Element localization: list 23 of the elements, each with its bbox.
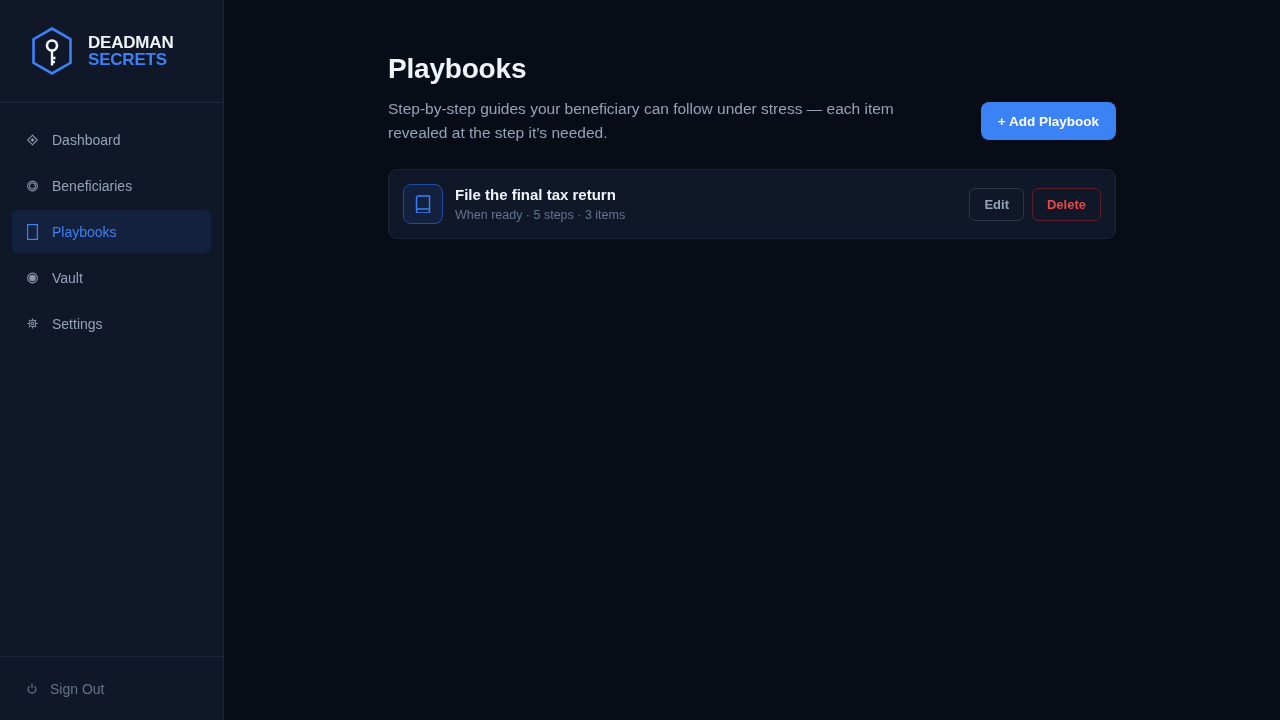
- logo-text: SECRETS: [88, 51, 168, 68]
- sidebar-item[interactable]: Dashboard: [12, 118, 211, 161]
- sidebar-item[interactable]: Settings: [12, 302, 211, 345]
- sidebar-item[interactable]: Beneficiaries: [12, 164, 211, 207]
- page-icon: [27, 223, 38, 240]
- power-icon: [27, 683, 37, 694]
- settings-icon: [27, 317, 38, 330]
- sidebar-item[interactable]: Vault: [12, 256, 211, 299]
- delete-button[interactable]: Delete: [1031, 187, 1101, 221]
- edit-button[interactable]: Edit: [969, 187, 1024, 221]
- playbook-meta: When ready · 5 steps · 3 items: [455, 207, 627, 223]
- logo-text: DEADMAN: [88, 34, 174, 51]
- sidebar-item[interactable]: Playbooks: [12, 210, 211, 253]
- add-playbook-button[interactable]: + Add Playbook: [980, 102, 1116, 140]
- playbook-title: File the final tax return: [455, 185, 617, 204]
- book-icon: [403, 184, 443, 224]
- page-title: Playbooks: [388, 52, 528, 86]
- logo-icon: [31, 27, 73, 75]
- ring-icon: [27, 179, 38, 192]
- page-description: Step-by-step guides your beneficiary can follow under stress — each item revealed at the step it’s needed.: [388, 99, 895, 143]
- diamond-icon: [27, 133, 38, 146]
- sign-out-button[interactable]: Sign Out: [27, 680, 105, 697]
- target-icon: [27, 271, 38, 284]
